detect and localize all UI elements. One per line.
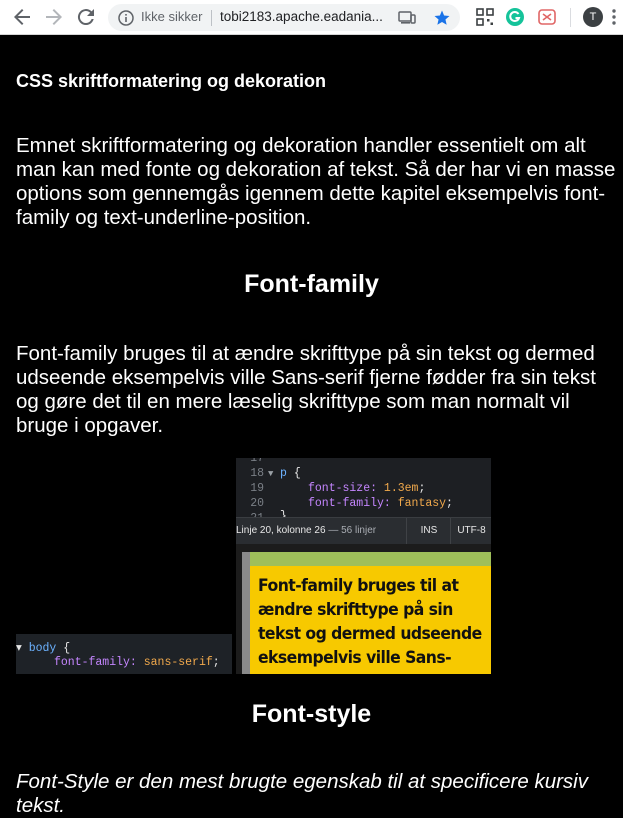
font-family-paragraph: Font-family bruges til at ændre skriftty… [16, 342, 596, 437]
code-brace: { [293, 467, 301, 480]
font-family-heading: Font-family [244, 270, 379, 298]
code-semicolon: ; [212, 656, 220, 669]
url-text[interactable]: tobi2183.apache.eadania... [220, 9, 383, 24]
font-style-heading: Font-style [251, 700, 372, 728]
font-style-paragraph: Font-Style er den mest brugte egenskab t… [16, 770, 588, 817]
code-property: font-size: [308, 482, 378, 495]
encoding: UTF-8 [450, 518, 491, 544]
code-line: font-size: 1.3em; [308, 482, 425, 495]
preview-top-band [242, 552, 491, 566]
toolbar-divider [570, 8, 571, 27]
cast-icon[interactable] [398, 10, 416, 26]
code-line-font-family: font-family: sans-serif; [54, 656, 220, 669]
line-number: 17 [250, 458, 264, 465]
browser-toolbar: Ikke sikker tobi2183.apache.eadania... T [0, 0, 623, 35]
code-property: font-family: [54, 656, 137, 669]
browser-preview: Font-family bruges til at ændre skriftty… [236, 544, 491, 674]
back-arrow-icon [14, 9, 30, 25]
code-semicolon: ; [446, 497, 453, 510]
forward-arrow-icon [46, 9, 62, 25]
line-number: 19 [250, 482, 264, 495]
address-bar[interactable]: Ikke sikker tobi2183.apache.eadania... [108, 4, 460, 31]
code-line: font-family: fantasy; [308, 497, 453, 510]
code-line-body: ▾ body { [16, 640, 70, 655]
security-label[interactable]: Ikke sikker [141, 9, 202, 24]
page-title: CSS skriftformatering og dekoration [16, 71, 327, 91]
line-number: 18 [250, 467, 264, 480]
cursor-position: Linje 20, kolonne 26 — 56 linjer [236, 525, 376, 536]
code-value: fantasy [397, 497, 447, 510]
reload-icon [77, 9, 94, 26]
code-line: p { [280, 467, 301, 480]
fold-marker: ▼ [268, 469, 274, 479]
code-property: font-family: [308, 497, 391, 510]
editor-screenshot: 17 18 ▼ p { 19 font-size: 1.3em; 20 font… [236, 458, 491, 674]
code-selector: body [28, 642, 57, 655]
code-value: 1.3em [383, 482, 419, 495]
address-separator [211, 10, 212, 26]
preview-text: Font-family bruges til at ændre skriftty… [258, 576, 482, 668]
cursor-position-text: Linje 20, kolonne 26 [236, 525, 326, 536]
code-brace: { [63, 642, 71, 655]
editor-status-bar: Linje 20, kolonne 26 — 56 linjer INS UTF… [236, 517, 491, 544]
line-count: — 56 linjer [328, 525, 377, 536]
reload-button[interactable] [74, 5, 98, 29]
profile-avatar[interactable]: T [583, 7, 603, 27]
back-button[interactable] [10, 5, 34, 29]
grammarly-icon[interactable] [505, 7, 525, 27]
code-selector: p [280, 467, 287, 480]
bookmark-star-icon[interactable] [433, 9, 451, 27]
more-options-icon[interactable] [612, 9, 616, 25]
editor-code-area: 17 18 ▼ p { 19 font-size: 1.3em; 20 font… [236, 458, 491, 525]
code-semicolon: ; [418, 482, 426, 495]
extension-icon[interactable] [537, 7, 557, 27]
line-number: 20 [250, 497, 264, 510]
code-value: sans-serif [143, 656, 213, 669]
body-css-screenshot: ▾ body { font-family: sans-serif; [16, 634, 232, 674]
insert-mode: INS [406, 518, 451, 544]
qr-code-icon[interactable] [475, 7, 495, 27]
fold-marker: ▾ [16, 642, 29, 655]
forward-button[interactable] [42, 5, 66, 29]
info-icon[interactable] [118, 10, 134, 26]
intro-paragraph: Emnet skriftformatering og dekoration ha… [16, 134, 616, 229]
preview-left-bar [242, 552, 250, 674]
